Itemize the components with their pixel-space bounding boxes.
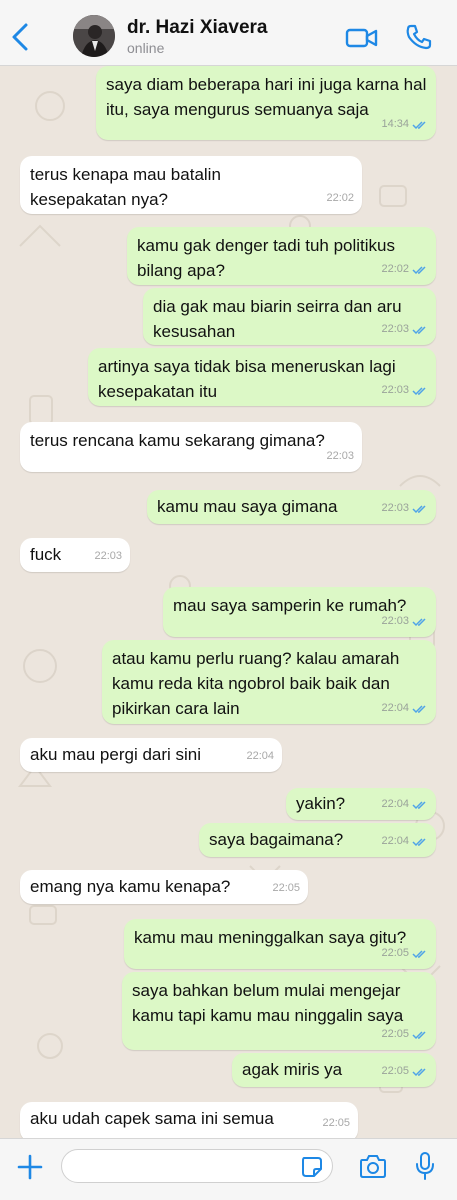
double-check-icon bbox=[412, 800, 426, 809]
message-outgoing[interactable]: saya bahkan belum mulai mengejar kamu ta… bbox=[122, 972, 436, 1050]
phone-icon[interactable] bbox=[405, 23, 433, 51]
message-meta: 22:04 bbox=[381, 829, 428, 854]
double-check-icon bbox=[412, 1067, 426, 1076]
message-time: 22:05 bbox=[322, 1117, 350, 1129]
message-outgoing[interactable]: mau saya samperin ke rumah? 22:03 bbox=[163, 587, 436, 637]
message-text: terus kenapa mau batalin kesepakatan nya… bbox=[30, 165, 221, 209]
message-time: 22:03 bbox=[381, 384, 409, 396]
message-time: 22:05 bbox=[272, 882, 300, 894]
double-check-icon bbox=[412, 504, 426, 513]
contact-name[interactable]: dr. Hazi Xiavera bbox=[127, 17, 267, 39]
message-meta: 22:05 bbox=[381, 1022, 428, 1047]
chevron-left-icon[interactable] bbox=[8, 22, 32, 52]
double-check-icon bbox=[412, 837, 426, 846]
message-meta: 22:04 bbox=[381, 696, 428, 721]
message-meta: 22:04 bbox=[246, 744, 274, 769]
double-check-icon bbox=[412, 265, 426, 274]
message-time: 22:03 bbox=[381, 615, 409, 627]
message-incoming[interactable]: terus kenapa mau batalin kesepakatan nya… bbox=[20, 156, 362, 214]
message-text: saya diam beberapa hari ini juga karna h… bbox=[106, 75, 427, 119]
double-check-icon bbox=[412, 617, 426, 626]
message-meta: 22:04 bbox=[381, 792, 428, 817]
message-time: 22:05 bbox=[381, 1065, 409, 1077]
message-meta: 22:03 bbox=[94, 544, 122, 569]
composer-bar bbox=[0, 1138, 457, 1200]
message-text: terus rencana kamu sekarang gimana? bbox=[30, 431, 325, 450]
message-meta: 22:03 bbox=[381, 609, 428, 634]
message-outgoing[interactable]: yakin? 22:04 bbox=[286, 788, 436, 820]
camera-icon[interactable] bbox=[359, 1153, 387, 1179]
message-time: 22:04 bbox=[381, 702, 409, 714]
message-time: 22:03 bbox=[381, 502, 409, 514]
video-camera-icon[interactable] bbox=[345, 26, 379, 50]
sticker-icon[interactable] bbox=[300, 1155, 324, 1179]
message-outgoing[interactable]: saya diam beberapa hari ini juga karna h… bbox=[96, 66, 436, 140]
message-time: 22:05 bbox=[381, 947, 409, 959]
message-outgoing[interactable]: artinya saya tidak bisa meneruskan lagi … bbox=[88, 348, 436, 406]
double-check-icon bbox=[412, 704, 426, 713]
message-incoming[interactable]: fuck 22:03 bbox=[20, 538, 130, 572]
double-check-icon bbox=[412, 1030, 426, 1039]
message-time: 14:34 bbox=[381, 118, 409, 130]
message-text: aku mau pergi dari sini bbox=[30, 745, 202, 764]
double-check-icon bbox=[412, 120, 426, 129]
message-outgoing[interactable]: dia gak mau biarin seirra dan aru kesusa… bbox=[143, 288, 436, 345]
message-meta: 22:03 bbox=[326, 444, 354, 469]
double-check-icon bbox=[412, 325, 426, 334]
message-outgoing[interactable]: agak miris ya 22:05 bbox=[232, 1053, 436, 1087]
plus-icon[interactable] bbox=[16, 1153, 44, 1181]
message-incoming[interactable]: aku mau pergi dari sini 22:04 bbox=[20, 738, 282, 772]
message-meta: 22:05 bbox=[381, 1059, 428, 1084]
double-check-icon bbox=[412, 386, 426, 395]
microphone-icon[interactable] bbox=[415, 1151, 435, 1181]
message-outgoing[interactable]: kamu mau meninggalkan saya gitu? 22:05 bbox=[124, 919, 436, 969]
message-incoming[interactable]: aku udah capek sama ini semua 22:05 bbox=[20, 1102, 358, 1138]
message-time: 22:03 bbox=[381, 323, 409, 335]
message-text: saya bahkan belum mulai mengejar kamu ta… bbox=[132, 981, 404, 1025]
message-meta: 22:03 bbox=[381, 378, 428, 403]
message-input[interactable] bbox=[61, 1149, 333, 1183]
message-text: aku udah capek sama ini semua bbox=[30, 1109, 274, 1128]
message-meta: 22:02 bbox=[381, 257, 428, 282]
message-meta: 14:34 bbox=[381, 112, 428, 137]
message-time: 22:02 bbox=[326, 192, 354, 204]
message-text: emang nya kamu kenapa? bbox=[30, 877, 231, 896]
message-time: 22:04 bbox=[246, 750, 274, 762]
message-time: 22:02 bbox=[381, 263, 409, 275]
contact-status: online bbox=[127, 40, 165, 56]
message-time: 22:04 bbox=[381, 798, 409, 810]
message-outgoing[interactable]: atau kamu perlu ruang? kalau amarah kamu… bbox=[102, 640, 436, 724]
message-time: 22:03 bbox=[94, 550, 122, 562]
message-outgoing[interactable]: saya bagaimana? 22:04 bbox=[199, 823, 436, 857]
chat-header: dr. Hazi Xiavera online bbox=[0, 0, 457, 66]
message-meta: 22:05 bbox=[322, 1111, 350, 1136]
message-meta: 22:05 bbox=[381, 941, 428, 966]
chat-area[interactable]: saya diam beberapa hari ini juga karna h… bbox=[0, 66, 457, 1138]
message-time: 22:04 bbox=[381, 835, 409, 847]
double-check-icon bbox=[412, 949, 426, 958]
message-meta: 22:03 bbox=[381, 496, 428, 521]
message-meta: 22:03 bbox=[381, 317, 428, 342]
avatar[interactable] bbox=[73, 15, 115, 57]
message-meta: 22:02 bbox=[326, 186, 354, 211]
message-meta: 22:05 bbox=[272, 876, 300, 901]
message-time: 22:05 bbox=[381, 1028, 409, 1040]
message-text: artinya saya tidak bisa meneruskan lagi … bbox=[98, 357, 396, 401]
message-outgoing[interactable]: kamu gak denger tadi tuh politikus bilan… bbox=[127, 227, 436, 285]
message-incoming[interactable]: emang nya kamu kenapa? 22:05 bbox=[20, 870, 308, 904]
message-outgoing[interactable]: kamu mau saya gimana 22:03 bbox=[147, 490, 436, 524]
message-incoming[interactable]: terus rencana kamu sekarang gimana? 22:0… bbox=[20, 422, 362, 472]
message-time: 22:03 bbox=[326, 450, 354, 462]
